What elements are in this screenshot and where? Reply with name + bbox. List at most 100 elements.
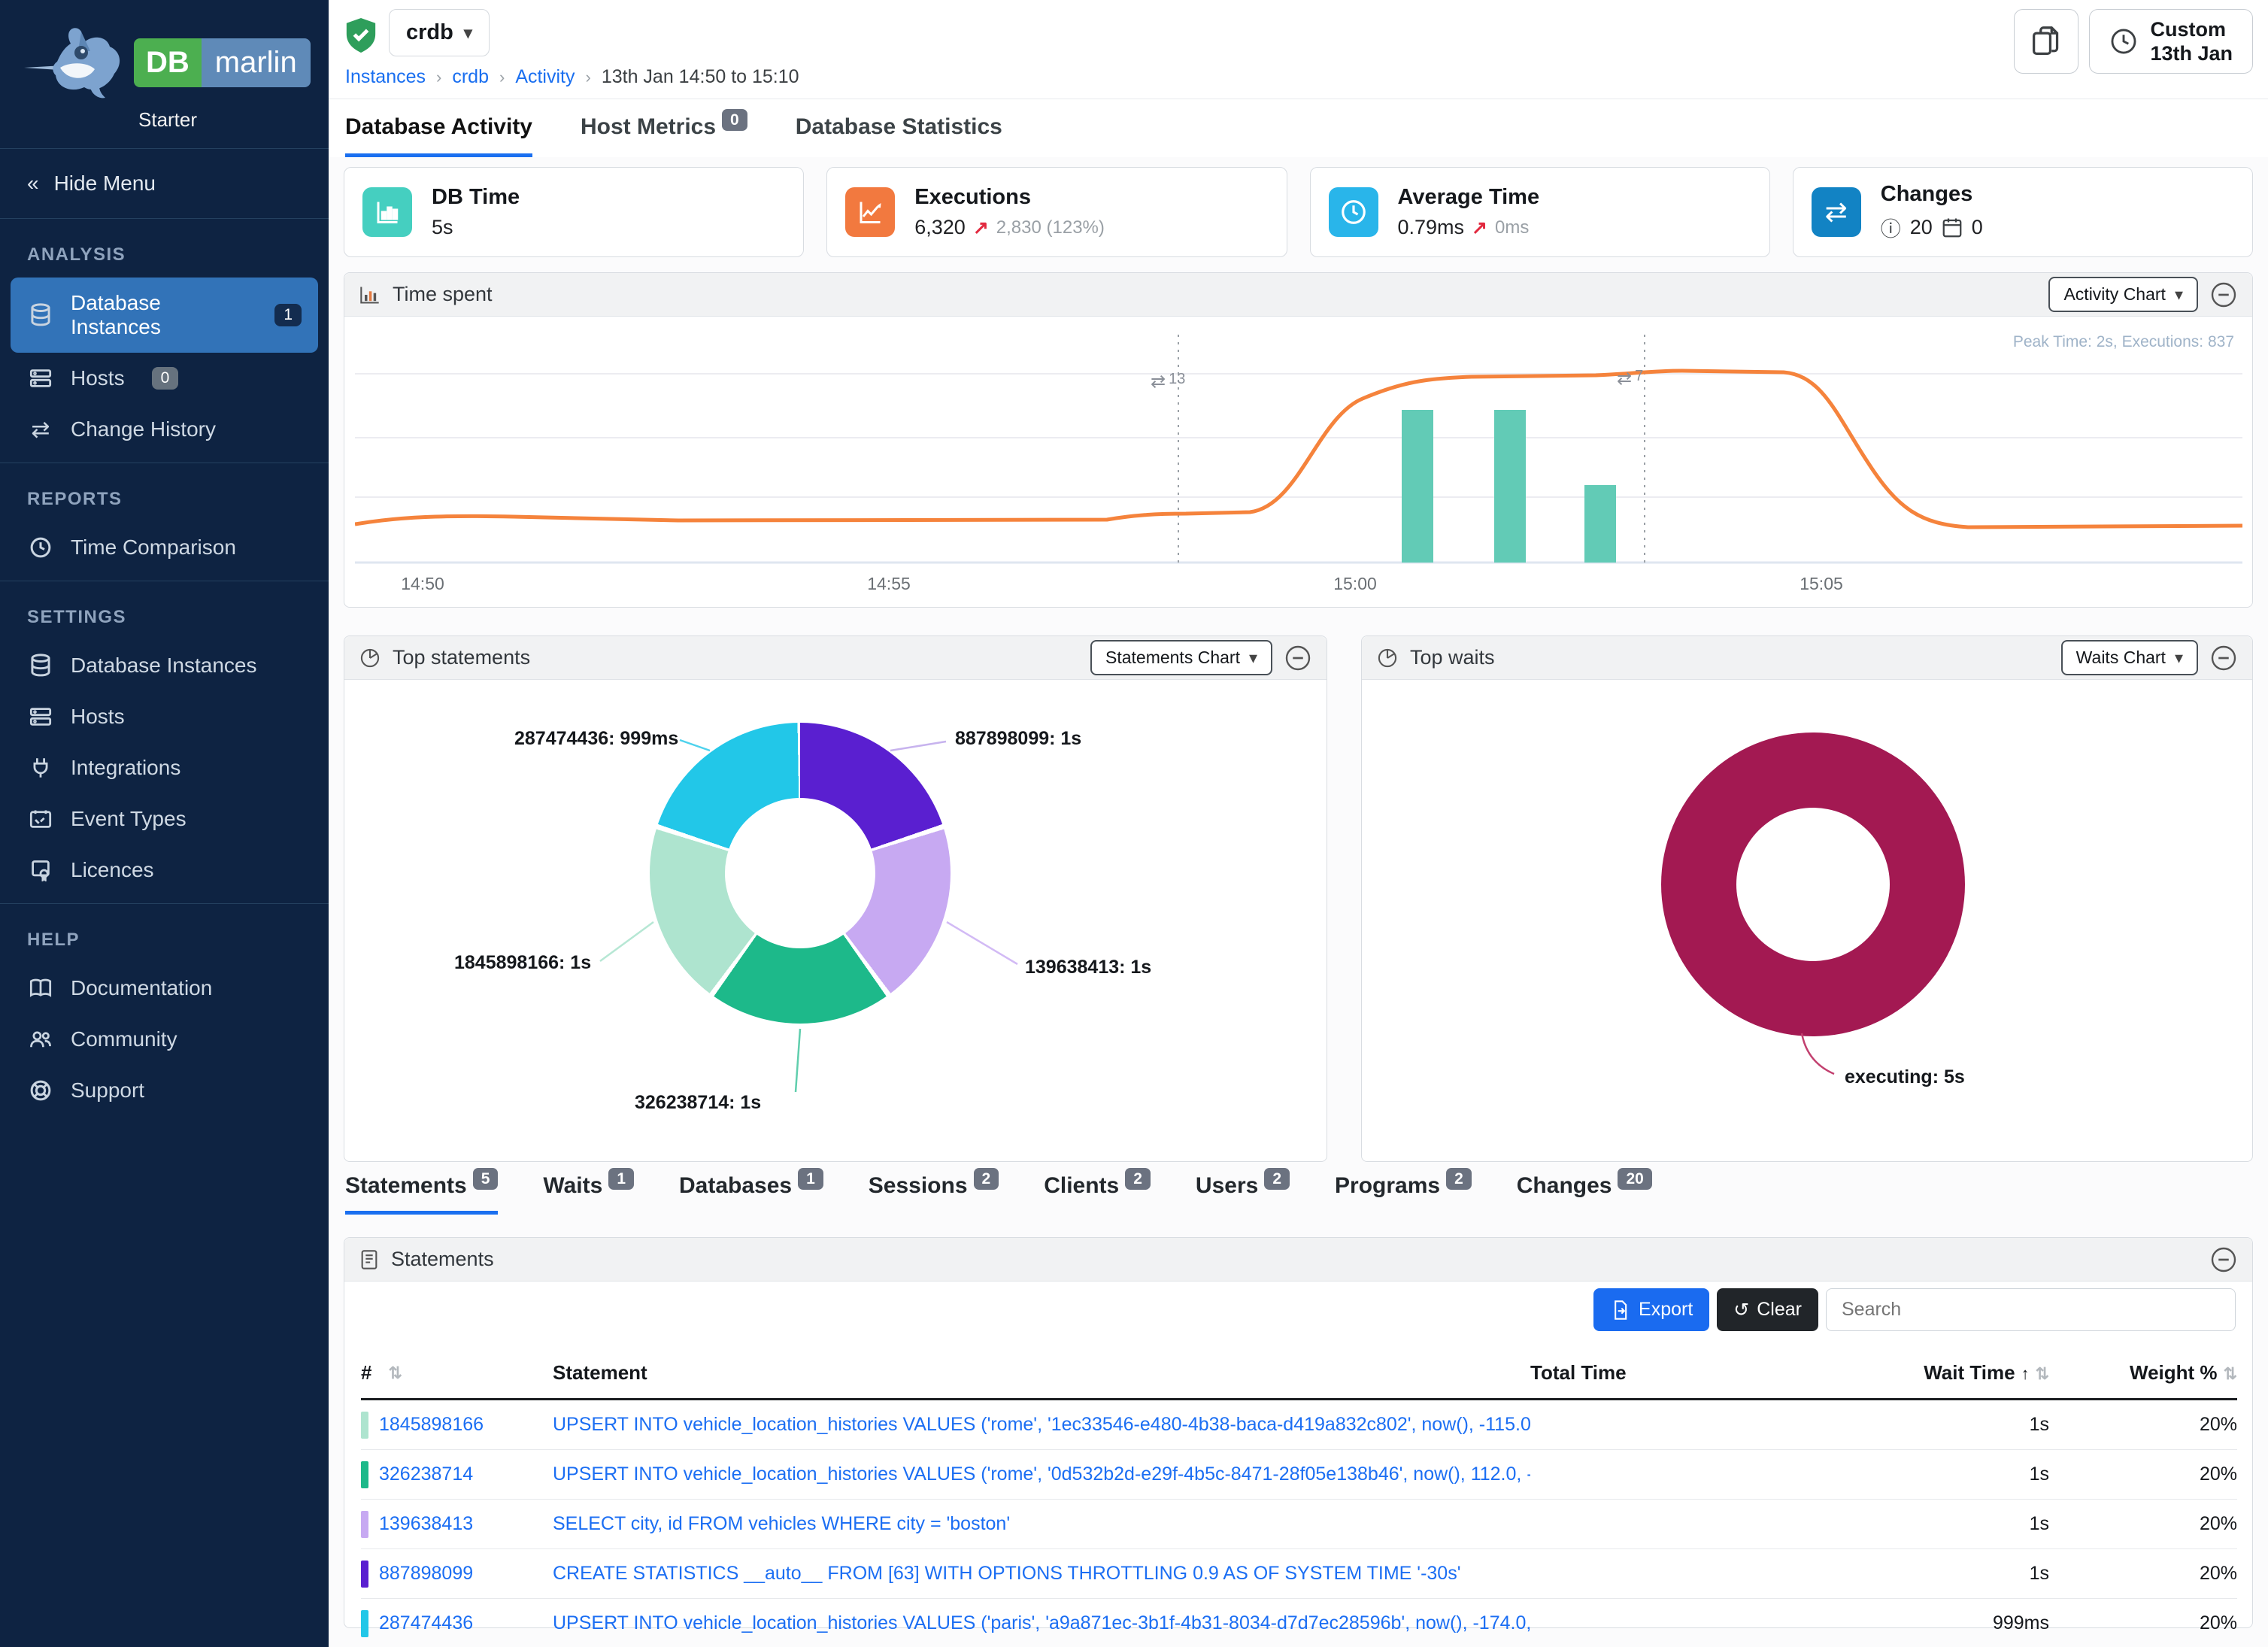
tab-changes[interactable]: Changes20 [1517,1173,1652,1215]
section-title: ANALYSIS [0,244,329,278]
weight-value: 20% [2049,1463,2237,1485]
tab-users[interactable]: Users2 [1196,1173,1290,1215]
main-content: crdb ▾ Instances › crdb › Activity › 13t… [329,0,2268,1647]
sidebar-item-change-history[interactable]: ⇄ Change History [0,404,329,455]
copy-icon [2031,25,2061,58]
tab-waits[interactable]: Waits1 [543,1173,634,1215]
header-num[interactable]: #⇅ [361,1361,553,1385]
hide-menu-button[interactable]: « Hide Menu [0,149,329,219]
avg-time-delta: 0ms [1495,217,1529,238]
sidebar-item-licences[interactable]: Licences [0,845,329,896]
host-metrics-badge: 0 [722,109,747,131]
header-weight[interactable]: Weight %⇅ [2049,1361,2237,1385]
sidebar-item-time-comparison[interactable]: Time Comparison [0,522,329,573]
collapse-panel-button[interactable] [2210,281,2237,308]
detail-tabs: Statements5 Waits1 Databases1 Sessions2 … [345,1173,1652,1215]
sidebar-item-settings-hosts[interactable]: Hosts [0,691,329,742]
change-annotation-2[interactable]: ⇄ 7 [1617,368,1643,390]
tab-clients[interactable]: Clients2 [1044,1173,1151,1215]
sort-icon: ⇅ [388,1363,402,1383]
statements-chart-selector[interactable]: Statements Chart ▾ [1090,640,1272,675]
tab-database-activity[interactable]: Database Activity [345,114,532,157]
change-annotation-1[interactable]: ⇄ 13 [1151,371,1185,393]
tab-database-statistics[interactable]: Database Statistics [796,114,1002,157]
time-spent-panel: Time spent Activity Chart ▾ Peak Time: 2… [344,272,2253,608]
statement-id-link[interactable]: 887898099 [379,1563,473,1585]
bar-chart-icon [362,187,412,237]
export-button[interactable]: Export [1593,1288,1709,1331]
sidebar-item-database-instances[interactable]: Database Instances 1 [11,278,318,353]
time-range-button[interactable]: Custom 13th Jan [2089,9,2253,74]
collapse-panel-button[interactable] [2210,1246,2237,1273]
copy-link-button[interactable] [2014,9,2078,74]
x-tick: 15:05 [1800,574,1843,594]
statements-donut-chart[interactable] [650,723,951,1024]
weight-value: 20% [2049,1612,2237,1634]
collapse-panel-button[interactable] [1284,645,1311,672]
sidebar-item-hosts[interactable]: Hosts 0 [0,353,329,404]
tab-sessions[interactable]: Sessions2 [869,1173,999,1215]
statement-sql-link[interactable]: UPSERT INTO vehicle_location_histories V… [553,1612,1530,1633]
table-row: 887898099 CREATE STATISTICS __auto__ FRO… [361,1549,2237,1599]
breadcrumb-activity[interactable]: Activity [515,66,575,88]
statements-table-panel: Statements Export ↺ Clear # [344,1237,2253,1628]
sidebar-item-documentation[interactable]: Documentation [0,963,329,1014]
donut-label-887898099: 887898099: 1s [955,728,1081,750]
activity-chart-selector[interactable]: Activity Chart ▾ [2048,277,2198,312]
statement-color-chip [361,1511,368,1538]
statement-sql-link[interactable]: CREATE STATISTICS __auto__ FROM [63] WIT… [553,1563,1460,1584]
section-title: SETTINGS [0,607,329,640]
activity-chart-plot[interactable]: ⇄ 13 ⇄ 7 [355,327,2242,564]
statement-sql-link[interactable]: UPSERT INTO vehicle_location_histories V… [553,1414,1530,1435]
sidebar-item-settings-database-instances[interactable]: Database Instances [0,640,329,691]
statement-id-link[interactable]: 287474436 [379,1612,473,1634]
clock-icon [1329,187,1378,237]
sessions-badge: 2 [974,1168,999,1190]
sidebar-item-support[interactable]: Support [0,1065,329,1116]
top-statements-panel: Top statements Statements Chart ▾ 287474… [344,635,1327,1162]
licence-icon [27,858,54,882]
change-marker-icon: ⇄ [1617,368,1632,390]
sidebar-item-event-types[interactable]: Event Types [0,793,329,845]
line-chart-icon [845,187,895,237]
breadcrumb-separator: › [436,68,441,87]
waits-donut-chart[interactable] [1661,733,1965,1036]
search-input[interactable] [1826,1288,2236,1331]
collapse-panel-button[interactable] [2210,645,2237,672]
tab-programs[interactable]: Programs2 [1335,1173,1472,1215]
tab-host-metrics[interactable]: Host Metrics0 [581,114,747,157]
executions-bar[interactable] [1494,410,1526,563]
clock-icon [27,535,54,560]
sidebar-item-integrations[interactable]: Integrations [0,742,329,793]
sidebar-item-community[interactable]: Community [0,1014,329,1065]
header-statement[interactable]: Statement [553,1361,1530,1385]
statement-sql-link[interactable]: SELECT city, id FROM vehicles WHERE city… [553,1513,1010,1534]
breadcrumb-crdb[interactable]: crdb [452,66,489,88]
statement-id-link[interactable]: 1845898166 [379,1414,484,1436]
breadcrumb-instances[interactable]: Instances [345,66,426,88]
table-row: 287474436 UPSERT INTO vehicle_location_h… [361,1599,2237,1647]
wait-time-value: 999ms [1846,1612,2049,1634]
statement-id-link[interactable]: 326238714 [379,1463,473,1485]
donut-label-287474436: 287474436: 999ms [514,728,678,750]
panel-title: Top waits [1410,646,1495,669]
statement-id-link[interactable]: 139638413 [379,1513,473,1535]
executions-bar[interactable] [1584,485,1616,563]
top-waits-panel: Top waits Waits Chart ▾ executing: 5s [1361,635,2253,1162]
table-row: 1845898166 UPSERT INTO vehicle_location_… [361,1400,2237,1450]
header-wait-time[interactable]: Wait Time↑⇅ [1846,1361,2049,1385]
clear-button[interactable]: ↺ Clear [1717,1288,1818,1331]
statement-sql-link[interactable]: UPSERT INTO vehicle_location_histories V… [553,1463,1530,1485]
header-total-time[interactable]: Total Time [1530,1361,1846,1385]
kpi-executions: Executions 6,320 ↗ 2,830 (123%) [826,167,1287,257]
instance-selector[interactable]: crdb ▾ [389,9,490,56]
tab-databases[interactable]: Databases1 [679,1173,823,1215]
executions-bar[interactable] [1402,410,1433,563]
sidebar-section-settings: SETTINGS Database Instances Hosts Integr… [0,581,329,904]
panel-title: Time spent [393,283,493,306]
executions-delta: 2,830 (123%) [996,217,1105,238]
chevron-down-icon: ▾ [2175,285,2183,305]
clock-icon [2109,27,2138,56]
waits-chart-selector[interactable]: Waits Chart ▾ [2061,640,2198,675]
tab-statements[interactable]: Statements5 [345,1173,498,1215]
